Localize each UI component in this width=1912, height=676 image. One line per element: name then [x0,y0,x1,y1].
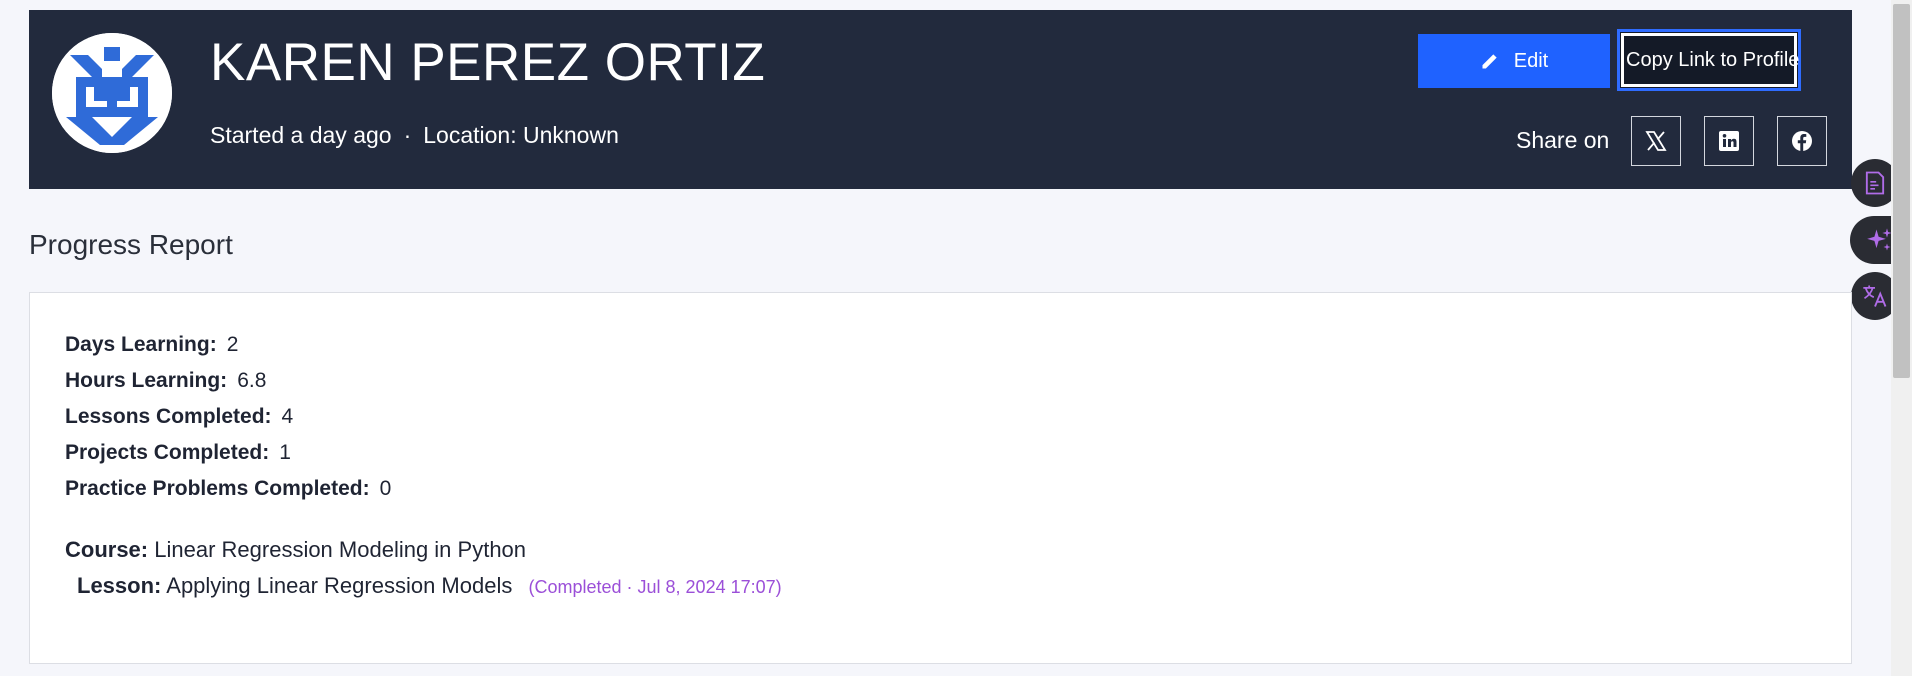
scrollbar-thumb[interactable] [1893,4,1910,378]
stat-label: Days Learning: [65,333,217,356]
lesson-label: Lesson: [77,573,162,598]
stat-value: 0 [379,477,392,500]
x-icon [1645,131,1667,151]
stat-value: 1 [279,441,291,464]
edit-button[interactable]: Edit [1418,34,1610,88]
course-name: Linear Regression Modeling in Python [154,537,527,562]
share-label: Share on [1516,127,1610,153]
stat-projects-completed: Projects Completed: 1 [65,441,291,465]
profile-header: KAREN PEREZ ORTIZ Started a day ago · Loca… [29,10,1852,189]
share-linkedin-button[interactable] [1704,116,1754,166]
stat-lessons-completed: Lessons Completed: 4 [65,405,293,429]
linkedin-icon [1719,131,1739,151]
lesson-status: (Completed · Jul 8, 2024 17:07) [528,577,782,597]
sparkle-icon [1867,228,1892,251]
started-text: Started a day ago [210,122,392,148]
stat-value: 6.8 [237,369,267,392]
stat-value: 2 [226,333,239,356]
pencil-icon [1482,54,1497,69]
share-x-button[interactable] [1631,116,1681,166]
stat-hours-learning: Hours Learning: 6.8 [65,369,266,393]
facebook-icon [1792,131,1812,151]
stat-label: Hours Learning: [65,369,228,392]
stat-value: 4 [281,405,294,428]
progress-card: Days Learning: 2 Hours Learning: 6.8 Lesso… [29,292,1852,664]
stat-practice-problems: Practice Problems Completed: 0 [65,477,391,501]
translate-icon [1863,285,1887,307]
edit-button-label: Edit [1513,49,1549,72]
course-label: Course: [65,537,149,562]
meta-separator: · [403,122,412,148]
profile-name: KAREN PEREZ ORTIZ [210,33,766,92]
progress-report-title: Progress Report [29,229,233,260]
lesson-line: Lesson: Applying Linear Regression Model… [77,573,782,599]
profile-meta: Started a day ago · Location: Unknown [210,122,619,149]
course-line: Course: Linear Regression Modeling in Py… [65,537,526,563]
share-facebook-button[interactable] [1777,116,1827,166]
stat-label: Practice Problems Completed: [65,477,370,500]
lesson-name: Applying Linear Regression Models [166,573,513,598]
stat-label: Projects Completed: [65,441,270,464]
avatar [52,33,172,153]
stat-days-learning: Days Learning: 2 [65,333,238,357]
identicon-avatar-icon [52,33,172,153]
document-icon [1865,171,1885,195]
copy-link-button[interactable]: Copy Link to Profile [1617,29,1801,91]
stat-label: Lessons Completed: [65,405,272,428]
location-text: Location: Unknown [423,122,619,148]
